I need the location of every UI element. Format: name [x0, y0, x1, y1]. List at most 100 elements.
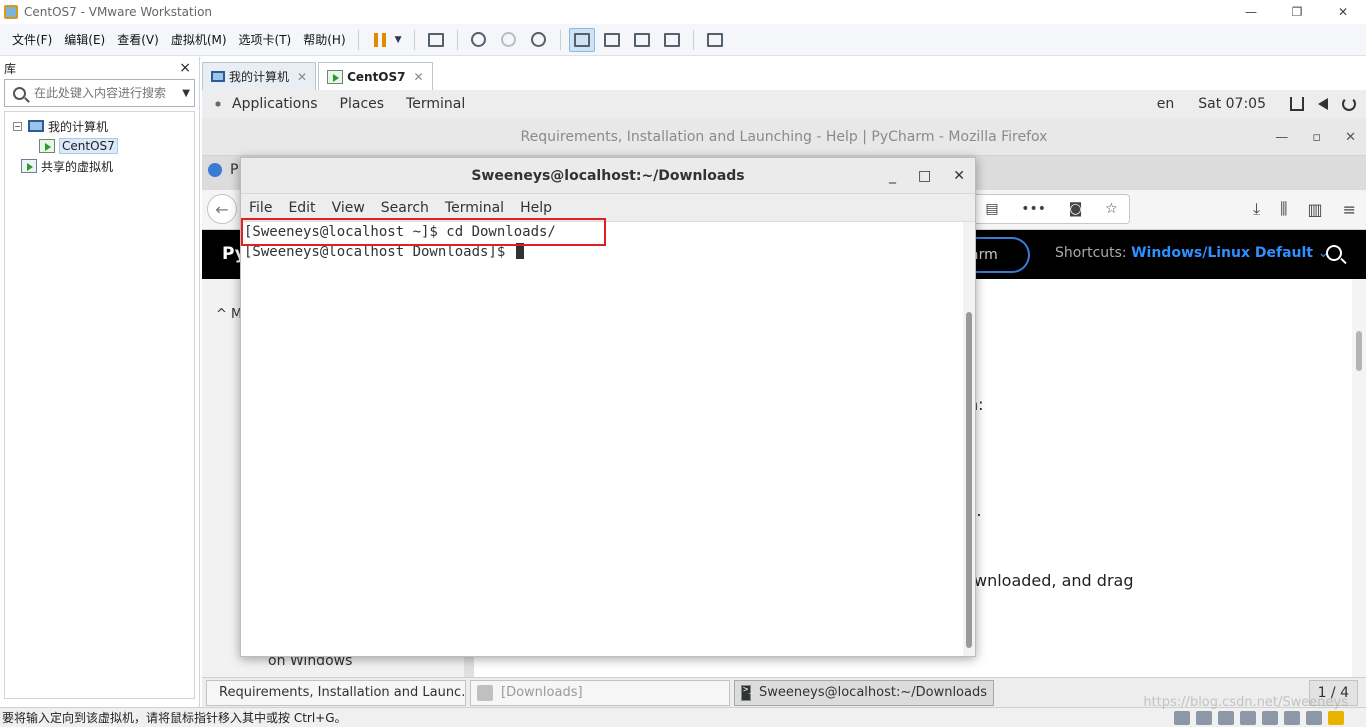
- taskbar-item-terminal[interactable]: Sweeneys@localhost:~/Downloads: [734, 679, 994, 706]
- menu-terminal[interactable]: Terminal: [445, 200, 504, 216]
- gnome-status-area: en Sat 07:05: [1157, 90, 1356, 118]
- library-view-icon: [573, 32, 590, 47]
- printer-icon[interactable]: [1284, 711, 1300, 725]
- scrollbar-thumb[interactable]: [1356, 331, 1362, 371]
- terminal-title: Sweeneys@localhost:~/Downloads: [471, 167, 745, 184]
- scrollbar-thumb[interactable]: [966, 312, 972, 648]
- power-icon[interactable]: [1342, 97, 1356, 111]
- console-view-button[interactable]: [702, 28, 728, 52]
- restore-icon[interactable]: ❐: [1274, 0, 1320, 24]
- usb-icon[interactable]: [1240, 711, 1256, 725]
- menu-help[interactable]: 帮助(H): [297, 31, 351, 48]
- tab-my-computer[interactable]: 我的计算机 ✕: [202, 62, 317, 90]
- toolbar-separator: [456, 29, 458, 50]
- computer-icon: [211, 71, 225, 82]
- tree-item-shared-vms[interactable]: 共享的虚拟机: [5, 156, 194, 176]
- shortcuts-selector[interactable]: Shortcuts: Windows/Linux Default ⌄: [1055, 245, 1329, 261]
- window-controls: — ❐ ✕: [1228, 0, 1366, 24]
- snapshot-manager-button[interactable]: [526, 28, 552, 52]
- fullscreen-icon: [633, 32, 650, 47]
- status-message: 要将输入定向到该虚拟机，请将鼠标指针移入其中或按 Ctrl+G。: [2, 711, 347, 725]
- menu-file[interactable]: 文件(F): [6, 31, 58, 48]
- hamburger-menu-icon[interactable]: ≡: [1343, 200, 1356, 219]
- vmware-app-icon: [4, 5, 18, 19]
- places-menu[interactable]: Places: [340, 96, 385, 112]
- pause-dropdown-icon[interactable]: ▼: [395, 35, 402, 45]
- library-pane: 库 × ▼ − 我的计算机 CentOS7 共享的虚拟机: [0, 57, 200, 707]
- terminal-app-menu[interactable]: Terminal: [406, 96, 465, 112]
- show-library-button[interactable]: [568, 27, 595, 52]
- fullscreen-button[interactable]: [629, 28, 655, 52]
- clock[interactable]: Sat 07:05: [1198, 96, 1266, 112]
- search-icon[interactable]: [1326, 245, 1342, 261]
- close-icon[interactable]: ✕: [1320, 0, 1366, 24]
- menu-edit[interactable]: Edit: [288, 200, 315, 216]
- collapse-icon[interactable]: −: [13, 121, 22, 131]
- chevron-down-icon[interactable]: ▼: [182, 88, 190, 99]
- terminal-window[interactable]: Sweeneys@localhost:~/Downloads _ □ ✕ Fil…: [240, 157, 976, 657]
- volume-icon[interactable]: [1318, 98, 1328, 110]
- reader-view-icon[interactable]: ▤: [985, 201, 998, 217]
- menu-view[interactable]: View: [332, 200, 365, 216]
- minimize-icon[interactable]: _: [889, 168, 896, 184]
- bookmark-star-icon[interactable]: ☆: [1105, 201, 1118, 217]
- tab-centos7[interactable]: CentOS7 ✕: [318, 62, 433, 90]
- sound-card-icon[interactable]: [1262, 711, 1278, 725]
- applications-menu[interactable]: Applications: [232, 96, 318, 112]
- firefox-tab-label: P: [230, 162, 239, 178]
- vmware-titlebar: CentOS7 - VMware Workstation — ❐ ✕: [0, 0, 1366, 24]
- download-icon[interactable]: ⤓: [1253, 199, 1260, 219]
- chevron-up-icon: ^: [216, 307, 232, 322]
- pocket-icon[interactable]: ◙: [1069, 201, 1083, 217]
- sidebar-item[interactable]: ^ M: [216, 307, 242, 322]
- taskbar-item-firefox[interactable]: Requirements, Installation and Launc...: [206, 679, 466, 706]
- tree-item-centos7[interactable]: CentOS7: [5, 136, 194, 156]
- tree-item-my-computer[interactable]: − 我的计算机: [5, 116, 194, 136]
- thumbnail-bar-button[interactable]: [599, 28, 625, 52]
- menu-tabs[interactable]: 选项卡(T): [233, 31, 298, 48]
- hard-disk-icon[interactable]: [1174, 711, 1190, 725]
- send-ctrl-alt-del-button[interactable]: [423, 28, 449, 52]
- page-actions-icon[interactable]: •••: [1021, 201, 1046, 217]
- library-search-input[interactable]: [34, 86, 174, 100]
- pause-button[interactable]: [367, 28, 393, 52]
- page-scrollbar[interactable]: [1352, 279, 1366, 677]
- display-icon[interactable]: [1306, 711, 1322, 725]
- menu-vm[interactable]: 虚拟机(M): [165, 31, 233, 48]
- library-icon[interactable]: ⫼: [1280, 199, 1287, 219]
- sidebar-icon[interactable]: ▥: [1307, 200, 1322, 219]
- firefox-window-controls: — ▫ ✕: [1275, 118, 1356, 156]
- network-icon[interactable]: [1290, 97, 1304, 111]
- close-icon[interactable]: ✕: [1345, 130, 1356, 145]
- favicon-icon: [208, 163, 222, 177]
- firefox-tab[interactable]: P: [208, 162, 238, 178]
- menu-search[interactable]: Search: [381, 200, 429, 216]
- menu-file[interactable]: File: [249, 200, 272, 216]
- taskbar-item-downloads[interactable]: [Downloads]: [470, 679, 730, 706]
- message-icon[interactable]: [1328, 711, 1344, 725]
- back-arrow-icon[interactable]: ←: [207, 194, 237, 224]
- tab-close-icon[interactable]: ✕: [414, 70, 424, 84]
- library-close-icon[interactable]: ×: [179, 60, 191, 76]
- network-adapter-icon[interactable]: [1218, 711, 1234, 725]
- input-language[interactable]: en: [1157, 96, 1175, 112]
- terminal-titlebar[interactable]: Sweeneys@localhost:~/Downloads _ □ ✕: [241, 158, 975, 194]
- maximize-icon[interactable]: □: [918, 168, 931, 184]
- minimize-icon[interactable]: —: [1275, 130, 1288, 145]
- close-icon[interactable]: ✕: [953, 168, 965, 184]
- maximize-icon[interactable]: ▫: [1312, 130, 1321, 145]
- menu-view[interactable]: 查看(V): [111, 31, 165, 48]
- terminal-scrollbar[interactable]: [963, 222, 975, 656]
- cd-drive-icon[interactable]: [1196, 711, 1212, 725]
- minimize-icon[interactable]: —: [1228, 0, 1274, 24]
- terminal-output[interactable]: [Sweeneys@localhost ~]$ cd Downloads/ [S…: [241, 222, 965, 656]
- snapshot-button[interactable]: [466, 28, 492, 52]
- toolbar-separator: [692, 29, 694, 50]
- revert-snapshot-button[interactable]: [496, 28, 522, 52]
- unity-button[interactable]: [659, 28, 685, 52]
- tree-label: 共享的虚拟机: [41, 159, 114, 174]
- menu-help[interactable]: Help: [520, 200, 552, 216]
- tab-close-icon[interactable]: ✕: [297, 70, 307, 84]
- menu-edit[interactable]: 编辑(E): [58, 31, 111, 48]
- guest-screen[interactable]: Applications Places Terminal en Sat 07:0…: [202, 90, 1366, 707]
